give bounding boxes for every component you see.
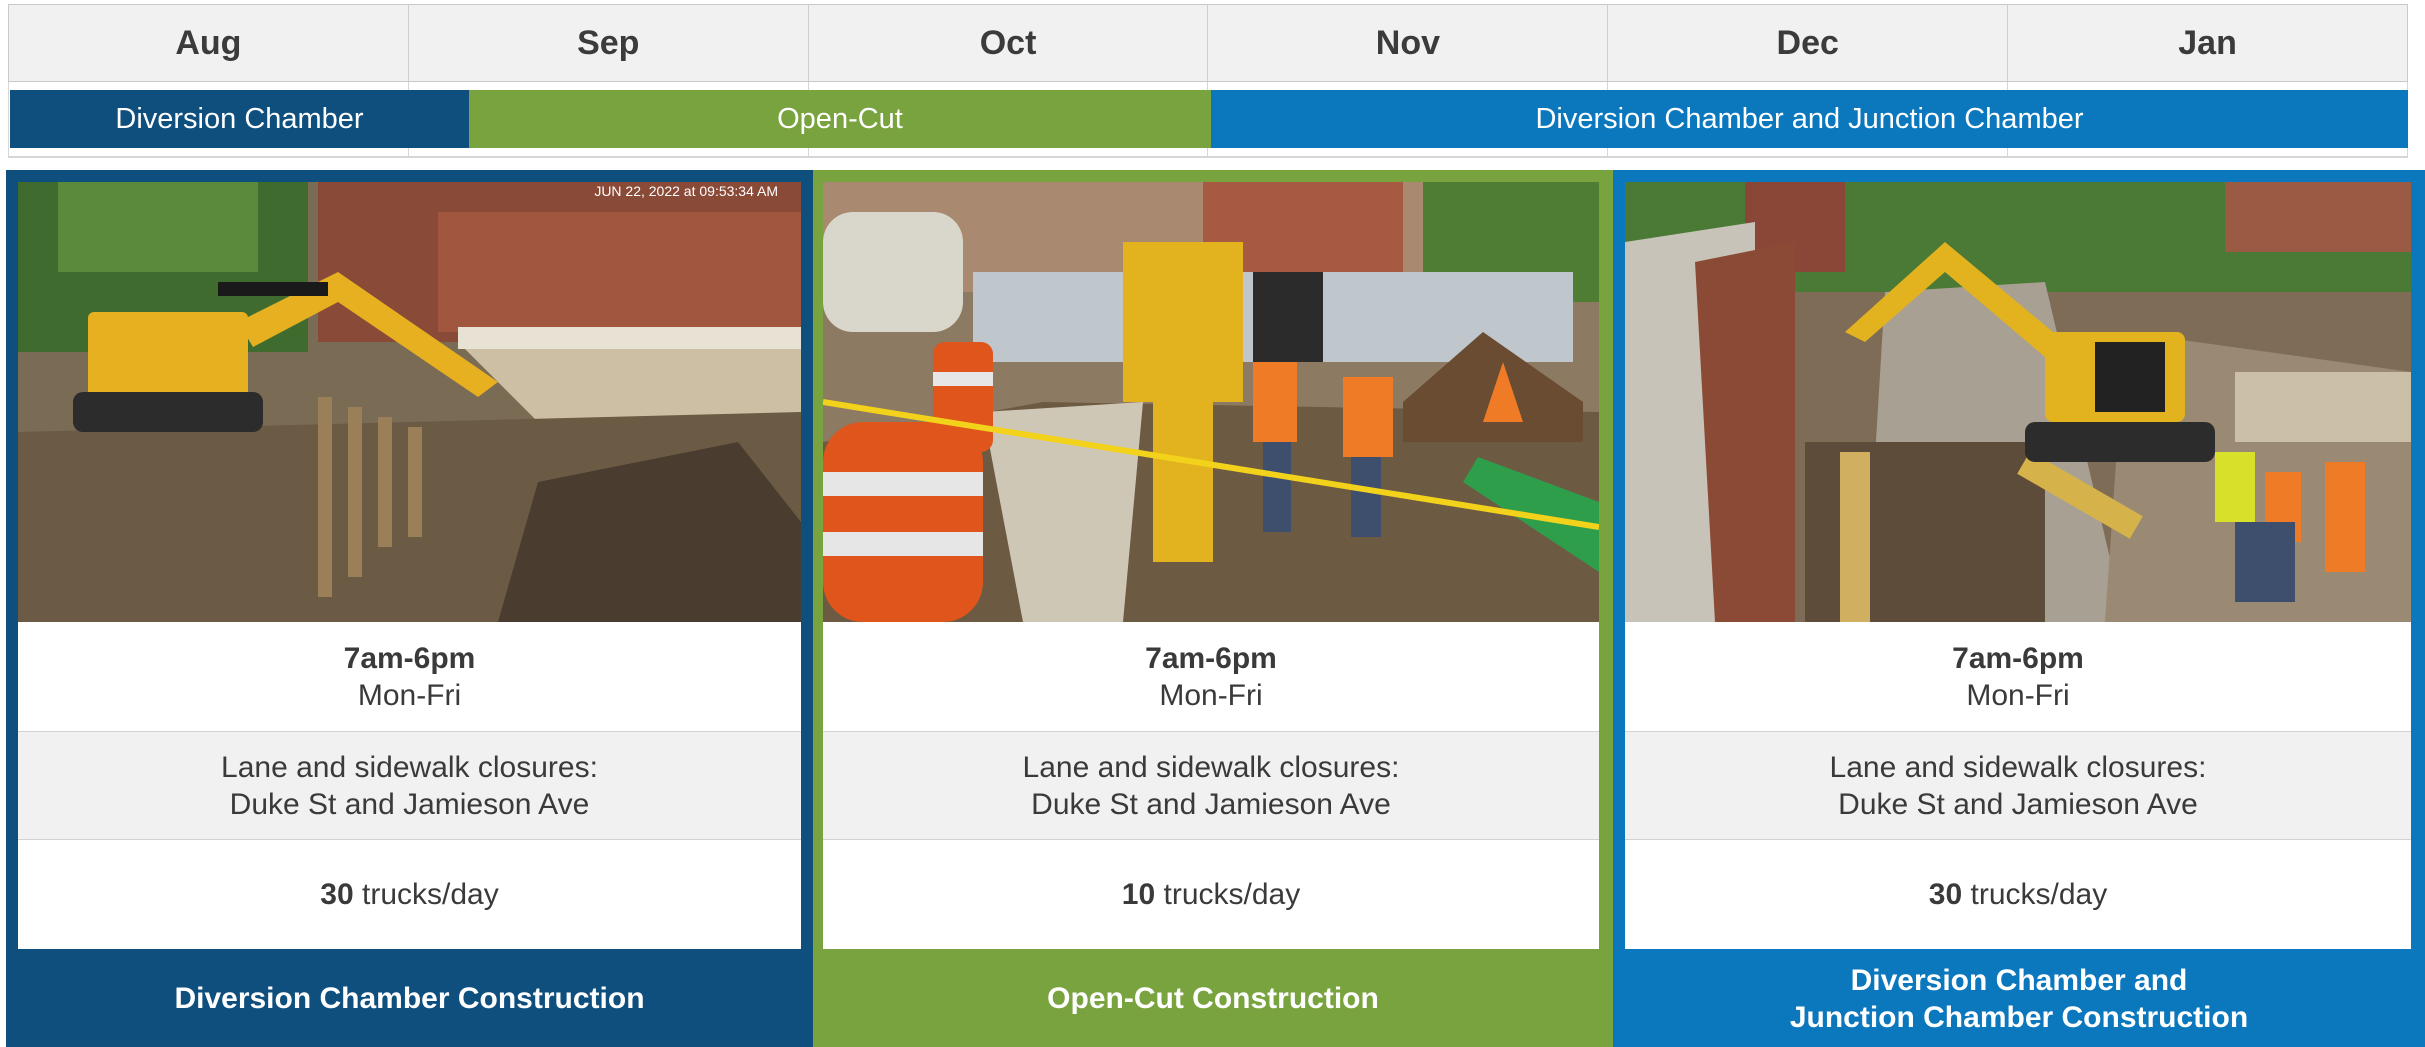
phase-panel-open-cut: 7am-6pm Mon-Fri Lane and sidewalk closur… bbox=[813, 170, 1613, 1047]
trucks-unit: trucks/day bbox=[1163, 878, 1301, 911]
month-jan: Jan bbox=[2178, 23, 2237, 62]
street-trench-photo bbox=[823, 182, 1599, 622]
closures-label: Lane and sidewalk closures: bbox=[1829, 750, 2207, 784]
work-hours: 7am-6pm bbox=[1952, 641, 2084, 675]
chamber-excavation-photo bbox=[1625, 182, 2411, 622]
timeline-divider bbox=[8, 156, 2408, 158]
panel-footer: Open-Cut Construction bbox=[813, 950, 1613, 1047]
excavator-site-photo: JUN 22, 2022 at 09:53:34 AM bbox=[18, 182, 801, 622]
trucks-count: 10 bbox=[1121, 878, 1156, 911]
photo-timestamp: JUN 22, 2022 at 09:53:34 AM bbox=[594, 183, 778, 199]
month-oct: Oct bbox=[809, 5, 1209, 81]
trucks-row: 30 trucks/day bbox=[1625, 840, 2411, 949]
work-days: Mon-Fri bbox=[1966, 678, 2070, 712]
phase-bar-diversion-chamber: Diversion Chamber bbox=[10, 90, 469, 148]
closures-streets: Duke St and Jamieson Ave bbox=[229, 787, 590, 821]
trucks-unit: trucks/day bbox=[362, 878, 499, 911]
month-sep: Sep bbox=[409, 5, 809, 81]
work-hours: 7am-6pm bbox=[343, 641, 476, 675]
trucks-row: 30 trucks/day bbox=[18, 840, 801, 949]
panel-info: 7am-6pm Mon-Fri Lane and sidewalk closur… bbox=[1625, 622, 2411, 950]
closures-label: Lane and sidewalk closures: bbox=[1022, 750, 1400, 784]
closures-streets: Duke St and Jamieson Ave bbox=[1838, 787, 2198, 821]
closures-row: Lane and sidewalk closures: Duke St and … bbox=[1625, 731, 2411, 840]
closures-row: Lane and sidewalk closures: Duke St and … bbox=[18, 731, 801, 840]
hours-row: 7am-6pm Mon-Fri bbox=[18, 622, 801, 731]
panel-info: 7am-6pm Mon-Fri Lane and sidewalk closur… bbox=[18, 622, 801, 950]
panel-footer: Diversion Chamber Construction bbox=[6, 950, 813, 1047]
month-header: Aug Sep Oct Nov Dec Jan bbox=[8, 4, 2408, 82]
panel-info: 7am-6pm Mon-Fri Lane and sidewalk closur… bbox=[823, 622, 1599, 950]
footer-subtitle: Junction Chamber Construction bbox=[1789, 1000, 2249, 1034]
trucks-row: 10 trucks/day bbox=[823, 840, 1599, 949]
closures-row: Lane and sidewalk closures: Duke St and … bbox=[823, 731, 1599, 840]
month-dec: Dec bbox=[1608, 5, 2009, 81]
phase-bar-diversion-junction: Diversion Chamber and Junction Chamber bbox=[1211, 90, 2408, 148]
footer-title: Open-Cut Construction bbox=[1047, 982, 1379, 1015]
month-nov: Nov bbox=[1208, 5, 1609, 81]
panel-footer: Diversion Chamber and Junction Chamber Co… bbox=[1613, 950, 2425, 1047]
closures-streets: Duke St and Jamieson Ave bbox=[1031, 787, 1391, 821]
work-days: Mon-Fri bbox=[1159, 678, 1263, 712]
hours-row: 7am-6pm Mon-Fri bbox=[823, 622, 1599, 731]
trucks-unit: trucks/day bbox=[1970, 878, 2108, 911]
phase-bar-open-cut: Open-Cut bbox=[469, 90, 1211, 148]
trucks-count: 30 bbox=[1928, 878, 1963, 911]
closures-label: Lane and sidewalk closures: bbox=[221, 750, 598, 784]
footer-title: Diversion Chamber Construction bbox=[174, 982, 645, 1015]
work-days: Mon-Fri bbox=[357, 678, 462, 712]
phase-panel-diversion-junction: 7am-6pm Mon-Fri Lane and sidewalk closur… bbox=[1613, 170, 2425, 1047]
hours-row: 7am-6pm Mon-Fri bbox=[1625, 622, 2411, 731]
work-hours: 7am-6pm bbox=[1145, 641, 1277, 675]
footer-title: Diversion Chamber and bbox=[1850, 963, 2188, 997]
month-aug: Aug bbox=[9, 5, 409, 81]
phase-panel-diversion-chamber: JUN 22, 2022 at 09:53:34 AM 7am-6pm Mon-… bbox=[6, 170, 813, 1047]
trucks-count: 30 bbox=[320, 878, 354, 911]
